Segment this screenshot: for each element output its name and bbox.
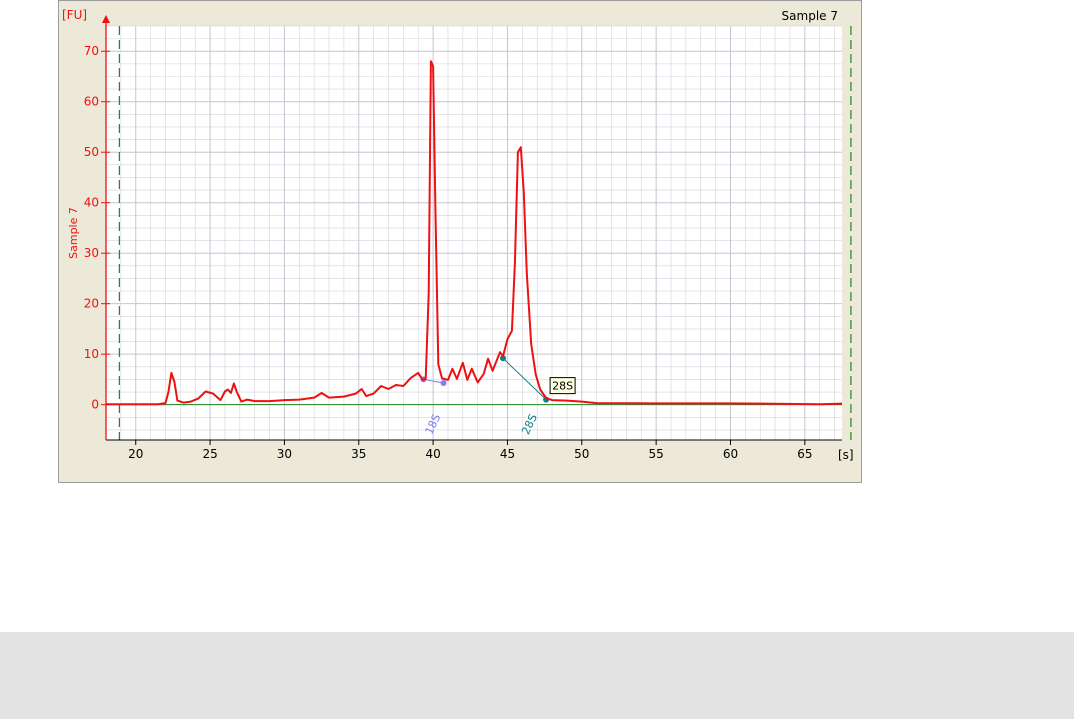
y-axis-arrow xyxy=(102,15,110,23)
x-tick-label: 25 xyxy=(202,447,217,461)
x-tick-label: 30 xyxy=(277,447,292,461)
x-axis: 20 25 30 35 40 45 50 55 60 65 xyxy=(106,439,842,461)
y-tick-label: 70 xyxy=(84,44,99,58)
y-axis-unit: [FU] xyxy=(62,8,87,22)
peak-end-marker xyxy=(440,379,447,386)
peak-callout-label: 28S xyxy=(552,380,573,393)
plot-area xyxy=(106,26,842,440)
x-axis-unit: [s] xyxy=(838,448,854,462)
electropherogram-panel: 20 25 30 35 40 45 50 55 60 65 0 10 20 30 40 50 60 70 18S… xyxy=(58,0,862,483)
x-tick-label: 45 xyxy=(500,447,515,461)
chart-title: Sample 7 xyxy=(782,9,838,23)
y-tick-label: 30 xyxy=(84,246,99,260)
x-tick-label: 65 xyxy=(797,447,812,461)
y-tick-label: 20 xyxy=(84,297,99,311)
x-tick-label: 55 xyxy=(649,447,664,461)
x-tick-label: 50 xyxy=(574,447,589,461)
y-tick-label: 60 xyxy=(84,95,99,109)
bottom-panel xyxy=(0,632,1074,719)
y-tick-label: 10 xyxy=(84,347,99,361)
x-tick-label: 60 xyxy=(723,447,738,461)
y-tick-label: 0 xyxy=(91,398,99,412)
y-tick-label: 40 xyxy=(84,196,99,210)
x-tick-label: 20 xyxy=(128,447,143,461)
y-axis: 0 10 20 30 40 50 60 70 xyxy=(84,15,110,440)
y-axis-label: Sample 7 xyxy=(67,207,80,259)
electropherogram-chart: 20 25 30 35 40 45 50 55 60 65 010203040506070 18S… xyxy=(62,8,854,462)
x-tick-label: 40 xyxy=(425,447,440,461)
y-tick-label: 50 xyxy=(84,145,99,159)
x-tick-label: 35 xyxy=(351,447,366,461)
